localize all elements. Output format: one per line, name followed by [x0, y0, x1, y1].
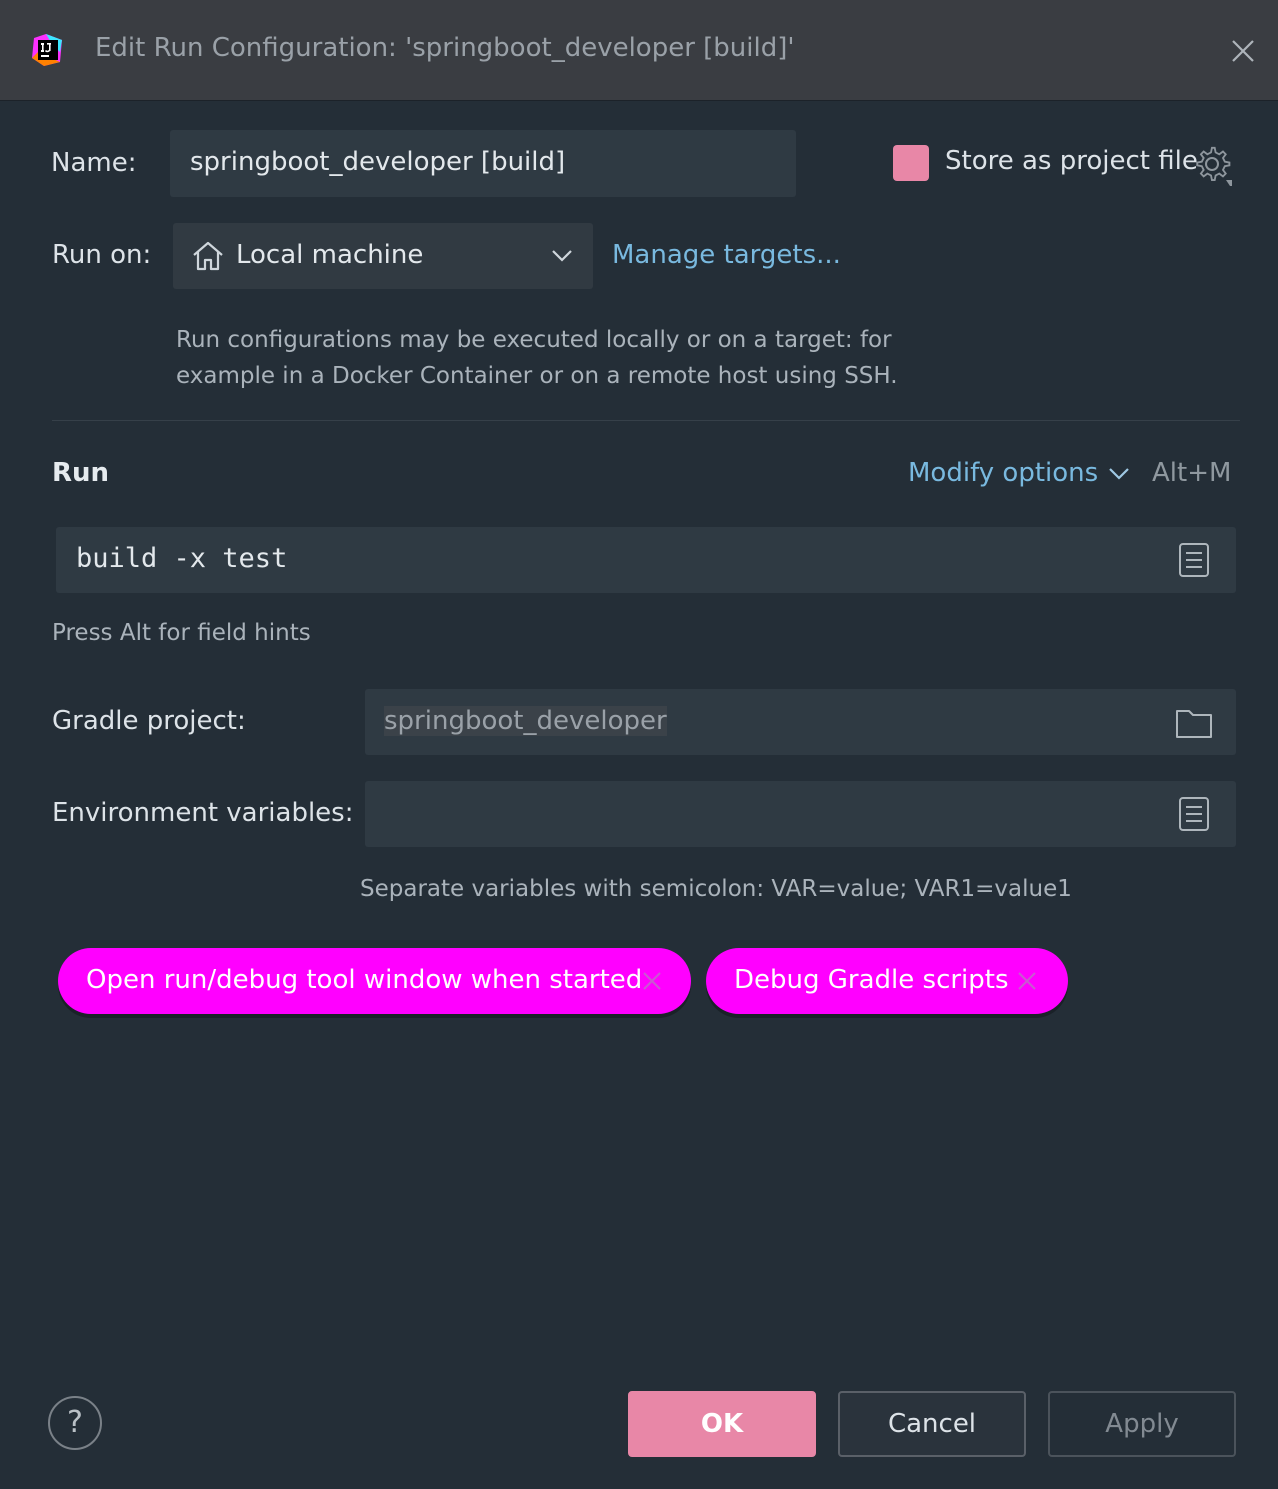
environment-variables-label: Environment variables:	[52, 798, 354, 828]
title-bar: Edit Run Configuration: 'springboot_deve…	[0, 0, 1278, 101]
remove-option-icon[interactable]	[1016, 970, 1038, 992]
field-hints-text: Press Alt for field hints	[52, 620, 311, 646]
manage-targets-link[interactable]: Manage targets...	[612, 240, 841, 270]
intellij-idea-icon	[32, 34, 62, 66]
remove-option-icon[interactable]	[641, 970, 663, 992]
chevron-down-icon	[552, 250, 572, 262]
run-on-hint-line2: example in a Docker Container or on a re…	[176, 363, 898, 389]
name-label: Name:	[51, 148, 137, 178]
run-on-label: Run on:	[52, 240, 152, 270]
run-on-hint-line1: Run configurations may be executed local…	[176, 327, 892, 353]
run-command-value: build -x test	[76, 543, 288, 574]
store-as-project-file-label[interactable]: Store as project file	[945, 146, 1198, 176]
expand-text-icon[interactable]	[1178, 796, 1210, 832]
store-as-project-file-checkbox[interactable]	[893, 145, 929, 181]
home-icon	[193, 241, 223, 271]
modify-options-shortcut: Alt+M	[1152, 458, 1232, 488]
name-input-value: springboot_developer [build]	[190, 147, 566, 177]
gradle-project-label: Gradle project:	[52, 706, 246, 736]
cancel-button[interactable]: Cancel	[838, 1391, 1026, 1457]
environment-variables-hint: Separate variables with semicolon: VAR=v…	[360, 876, 1072, 902]
run-on-value: Local machine	[236, 240, 424, 270]
gradle-project-value: springboot_developer	[384, 706, 667, 736]
chevron-down-icon[interactable]	[1108, 467, 1130, 481]
run-on-select[interactable]: Local machine	[173, 223, 593, 289]
ok-button[interactable]: OK	[628, 1391, 816, 1457]
option-chip-label: Open run/debug tool window when started	[86, 965, 643, 995]
environment-variables-input[interactable]	[365, 781, 1236, 847]
name-input[interactable]: springboot_developer [build]	[170, 130, 796, 197]
help-button[interactable]: ?	[48, 1396, 102, 1450]
gradle-project-input[interactable]: springboot_developer	[365, 689, 1236, 755]
window-title: Edit Run Configuration: 'springboot_deve…	[95, 33, 795, 63]
apply-button[interactable]: Apply	[1048, 1391, 1236, 1457]
option-chip-open-run-debug: Open run/debug tool window when started	[58, 948, 691, 1014]
run-configuration-dialog: Edit Run Configuration: 'springboot_deve…	[0, 0, 1278, 1489]
close-icon[interactable]	[1228, 36, 1258, 66]
gear-icon[interactable]	[1194, 146, 1234, 186]
option-chip-debug-gradle-scripts: Debug Gradle scripts	[706, 948, 1068, 1014]
folder-icon[interactable]	[1175, 707, 1213, 739]
option-chip-label: Debug Gradle scripts	[734, 965, 1009, 995]
section-divider	[52, 420, 1240, 421]
run-section-title: Run	[52, 458, 110, 488]
expand-text-icon[interactable]	[1178, 542, 1210, 578]
modify-options-link[interactable]: Modify options	[908, 458, 1098, 488]
run-command-input[interactable]: build -x test	[56, 527, 1236, 593]
